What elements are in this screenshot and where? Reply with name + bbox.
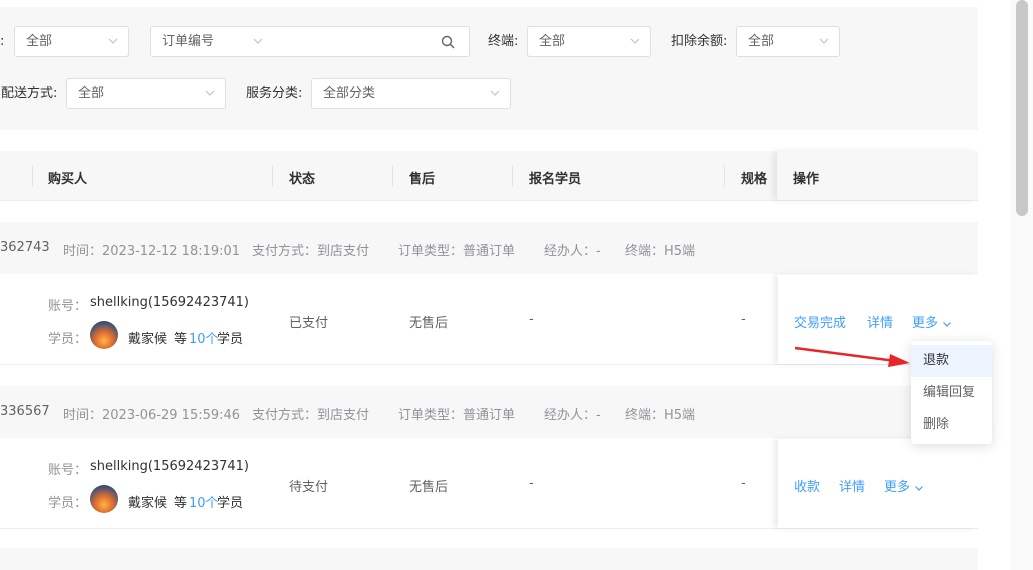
student-name: 戴家候 xyxy=(128,332,168,347)
details-link[interactable]: 详情 xyxy=(867,312,893,331)
enrolled-students-text: - xyxy=(529,476,534,491)
account-value: shellking(15692423741) xyxy=(90,459,249,474)
service-category-select[interactable]: 全部分类 xyxy=(311,78,511,109)
complete-transaction-link[interactable]: 交易完成 xyxy=(794,312,846,331)
column-students: 报名学员 xyxy=(529,172,582,187)
account-label: 账号： xyxy=(48,463,88,478)
terminal-value: 全部 xyxy=(539,34,566,49)
spec-text: - xyxy=(741,312,746,327)
column-divider xyxy=(724,165,725,187)
deduct-balance-select[interactable]: 全部 xyxy=(736,26,840,57)
status-text: 已支付 xyxy=(289,316,329,331)
after-sale-text: 无售后 xyxy=(409,316,449,331)
order-info-bar: 336567 时间：2023-06-29 15:59:46 支付方式：到店支付 … xyxy=(0,386,978,438)
details-link[interactable]: 详情 xyxy=(839,476,865,495)
student-more-prefix: 等 xyxy=(174,332,188,347)
actions-cell: 收款 详情 更多 xyxy=(778,439,978,528)
column-buyer: 购买人 xyxy=(48,172,88,187)
chevron-down-icon xyxy=(205,90,215,96)
first-filter-value: 全部 xyxy=(26,34,53,49)
order-search-input[interactable] xyxy=(273,26,470,57)
column-spec: 规格 xyxy=(741,172,768,187)
deduct-balance-label: 扣除余额: xyxy=(671,34,728,49)
order-type: 订单类型：普通订单 xyxy=(398,408,516,423)
menu-item-delete[interactable]: 删除 xyxy=(911,409,992,441)
column-status: 状态 xyxy=(289,172,316,187)
collect-payment-link[interactable]: 收款 xyxy=(794,476,820,495)
avatar xyxy=(90,321,118,349)
student-more-suffix: 学员 xyxy=(217,496,244,511)
order-number: 336567 xyxy=(0,404,50,419)
column-divider xyxy=(32,165,33,187)
chevron-down-icon xyxy=(630,38,640,44)
student-count-link[interactable]: 10个 xyxy=(189,492,219,511)
avatar xyxy=(90,485,118,513)
order-payment-method: 支付方式：到店支付 xyxy=(252,408,370,423)
account-value: shellking(15692423741) xyxy=(90,295,249,310)
more-dropdown-trigger[interactable]: 更多 xyxy=(912,312,952,331)
terminal-label: 终端: xyxy=(488,34,519,49)
service-category-label: 服务分类: xyxy=(246,86,303,101)
enrolled-students-text: - xyxy=(529,312,534,327)
annotation-arrow-icon xyxy=(794,346,910,367)
chevron-down-icon xyxy=(253,38,263,44)
order-terminal: 终端：H5端 xyxy=(625,244,696,259)
order-field-value: 订单编号 xyxy=(162,34,215,49)
chevron-down-icon xyxy=(819,38,829,44)
column-after-sale: 售后 xyxy=(409,172,436,187)
order-terminal: 终端：H5端 xyxy=(625,408,696,423)
delivery-select[interactable]: 全部 xyxy=(66,78,226,109)
order-payment-method: 支付方式：到店支付 xyxy=(252,244,370,259)
deduct-balance-value: 全部 xyxy=(748,34,775,49)
more-label: 更多 xyxy=(884,480,911,495)
more-dropdown-trigger[interactable]: 更多 xyxy=(884,476,924,495)
chevron-down-icon xyxy=(490,90,500,96)
student-label: 学员： xyxy=(48,496,88,511)
status-text: 待支付 xyxy=(289,480,329,495)
column-divider xyxy=(512,165,513,187)
student-count-link[interactable]: 10个 xyxy=(189,328,219,347)
order-handler: 经办人：- xyxy=(544,408,601,423)
order-handler: 经办人：- xyxy=(544,244,601,259)
order-number: 362743 xyxy=(0,240,50,255)
student-more-prefix: 等 xyxy=(174,496,188,511)
filter-colon: : xyxy=(0,34,5,49)
column-actions: 操作 xyxy=(793,172,820,187)
order-time: 时间：2023-12-12 18:19:01 xyxy=(63,244,241,259)
delivery-label: 配送方式: xyxy=(1,86,58,101)
menu-item-refund[interactable]: 退款 xyxy=(911,345,992,377)
after-sale-text: 无售后 xyxy=(409,480,449,495)
more-label: 更多 xyxy=(912,316,939,331)
menu-item-edit-reply[interactable]: 编辑回复 xyxy=(911,377,992,409)
chevron-down-icon xyxy=(943,321,952,327)
student-label: 学员： xyxy=(48,332,88,347)
column-divider xyxy=(392,165,393,187)
more-dropdown-menu: 退款 编辑回复 删除 xyxy=(911,341,992,444)
search-icon[interactable] xyxy=(441,35,455,49)
order-field-select[interactable]: 订单编号 xyxy=(150,26,274,57)
table-row: 账号： shellking(15692423741) 学员： 戴家候 等 10个… xyxy=(0,439,978,529)
order-info-bar: 362743 时间：2023-12-12 18:19:01 支付方式：到店支付 … xyxy=(0,222,978,274)
next-order-info-bar xyxy=(0,548,978,570)
student-name: 戴家候 xyxy=(128,496,168,511)
chevron-down-icon xyxy=(108,38,118,44)
order-time: 时间：2023-06-29 15:59:46 xyxy=(63,408,241,423)
order-type: 订单类型：普通订单 xyxy=(398,244,516,259)
spec-text: - xyxy=(741,476,746,491)
table-header: 购买人 状态 售后 报名学员 规格 操作 xyxy=(0,151,978,201)
chevron-down-icon xyxy=(915,485,924,491)
column-divider xyxy=(272,165,273,187)
service-category-value: 全部分类 xyxy=(323,86,376,101)
first-filter-select[interactable]: 全部 xyxy=(14,26,129,57)
terminal-select[interactable]: 全部 xyxy=(527,26,651,57)
student-more-suffix: 学员 xyxy=(217,332,244,347)
vertical-scrollbar-thumb[interactable] xyxy=(1016,0,1028,216)
delivery-value: 全部 xyxy=(78,86,105,101)
account-label: 账号： xyxy=(48,299,88,314)
actions-header-cell: 操作 xyxy=(777,151,978,200)
